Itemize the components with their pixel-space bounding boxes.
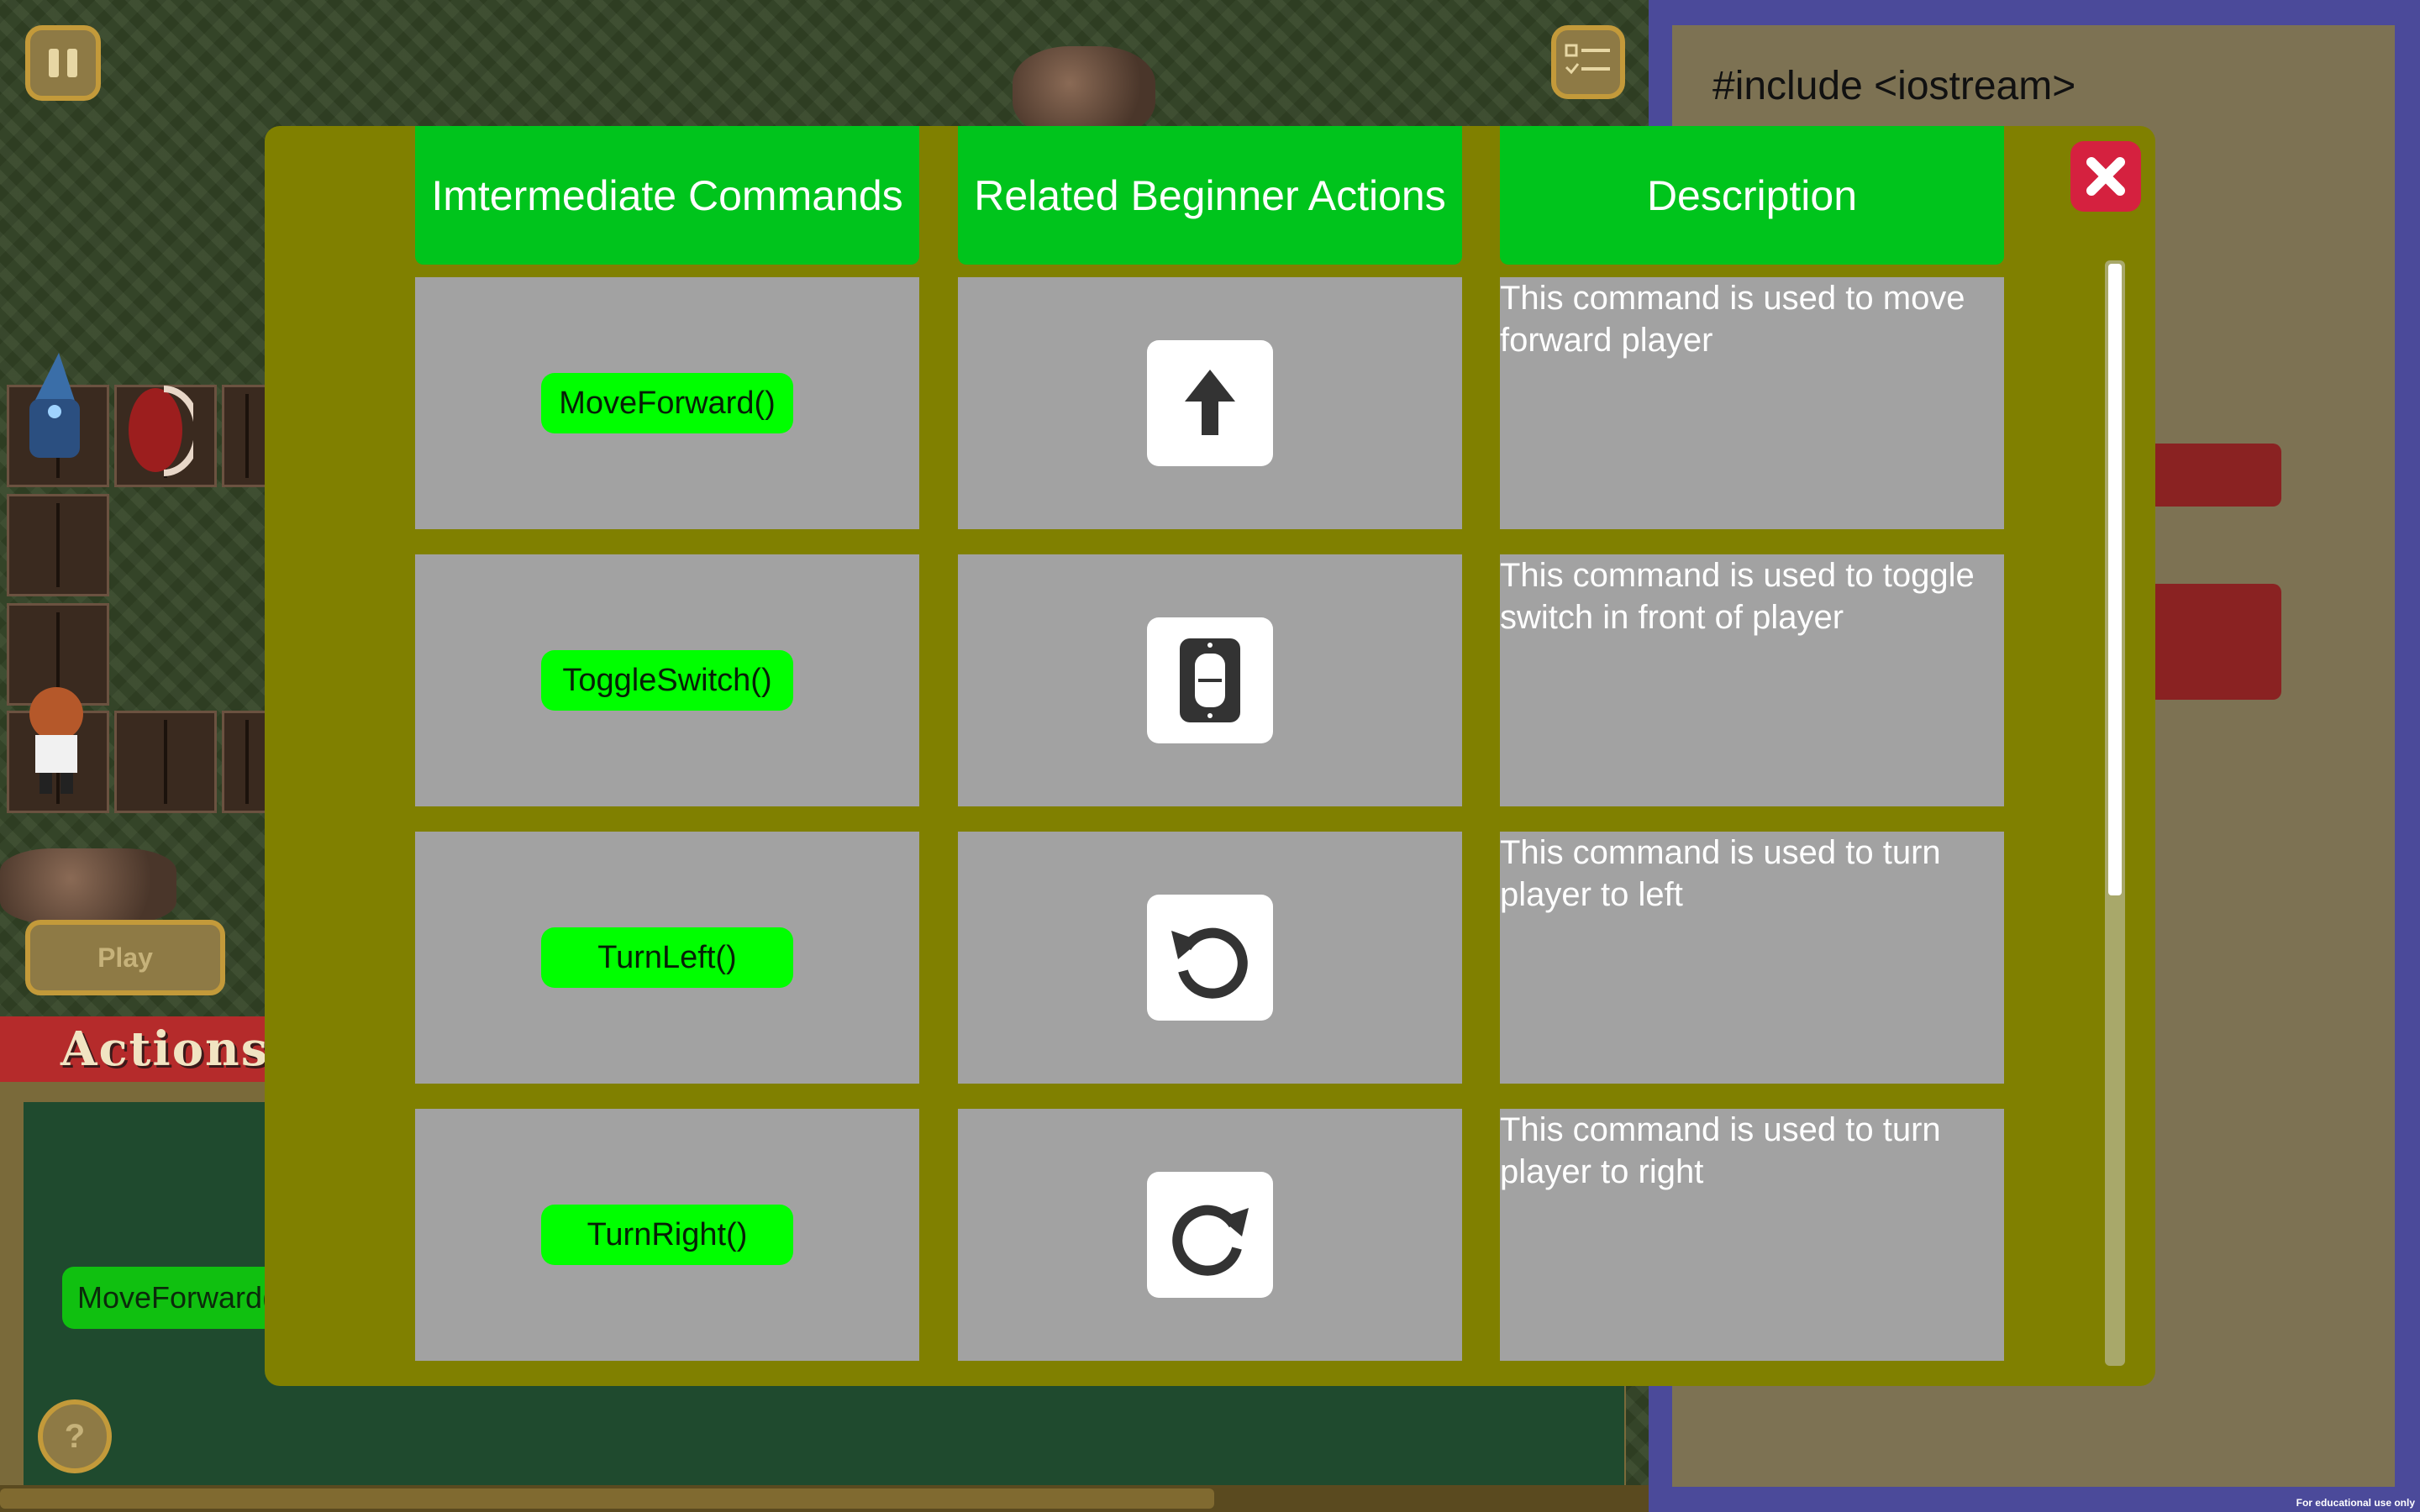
path-tile — [114, 711, 217, 813]
description-cell: This command is used to turn player to r… — [1500, 1109, 2004, 1361]
header-intermediate-commands: Imtermediate Commands — [415, 126, 919, 265]
horizontal-scrollbar-thumb[interactable] — [0, 1488, 1214, 1509]
actions-title: Actions — [0, 1016, 277, 1082]
red-switch-sprite — [126, 382, 201, 479]
code-block — [2134, 584, 2281, 700]
action-button-toggle-switch[interactable] — [1147, 617, 1273, 743]
action-cell — [958, 554, 1462, 806]
close-icon — [2086, 157, 2125, 196]
rock-decoration — [1013, 46, 1155, 139]
close-button[interactable] — [2070, 141, 2141, 212]
action-button-turn-left[interactable] — [1147, 895, 1273, 1021]
modal-scrollbar-thumb[interactable] — [2108, 264, 2122, 895]
player-sprite — [18, 685, 94, 798]
rotate-right-icon — [1172, 1205, 1249, 1276]
command-chip-turnleft[interactable]: TurnLeft() — [541, 927, 793, 988]
command-chip-moveforward[interactable]: MoveForward() — [541, 373, 793, 433]
command-chip-turnright[interactable]: TurnRight() — [541, 1205, 793, 1265]
action-cell — [958, 1109, 1462, 1361]
footer-note: For educational use only — [2296, 1497, 2415, 1509]
pause-icon — [49, 49, 59, 77]
description-cell: This command is used to move forward pla… — [1500, 277, 2004, 529]
command-cell: TurnLeft() — [415, 832, 919, 1084]
checklist-button[interactable] — [1551, 25, 1625, 99]
enemy-sprite — [8, 353, 92, 470]
play-button[interactable]: Play — [25, 920, 225, 995]
action-button-move-forward[interactable] — [1147, 340, 1273, 466]
description-cell: This command is used to turn player to l… — [1500, 832, 2004, 1084]
description-text: This command is used to toggle switch in… — [1500, 557, 1975, 636]
header-beginner-actions: Related Beginner Actions — [958, 126, 1462, 265]
pause-icon-bar — [67, 49, 77, 77]
action-cell — [958, 832, 1462, 1084]
arrow-up-icon — [1185, 370, 1235, 435]
description-text: This command is used to turn player to l… — [1500, 834, 1941, 913]
command-chip-toggleswitch[interactable]: ToggleSwitch() — [541, 650, 793, 711]
path-tile — [7, 494, 109, 596]
action-cell — [958, 277, 1462, 529]
code-line: #include <iostream> — [1712, 64, 2076, 108]
help-button[interactable]: ? — [38, 1399, 112, 1473]
command-cell: MoveForward() — [415, 277, 919, 529]
description-cell: This command is used to toggle switch in… — [1500, 554, 2004, 806]
switch-icon — [1180, 638, 1240, 722]
action-button-turn-right[interactable] — [1147, 1172, 1273, 1298]
description-text: This command is used to turn player to r… — [1500, 1111, 1941, 1190]
description-text: This command is used to move forward pla… — [1500, 280, 1965, 359]
header-description: Description — [1500, 126, 2004, 265]
code-block — [2134, 444, 2281, 507]
pause-button[interactable] — [25, 25, 101, 101]
rock-decoration — [0, 848, 176, 924]
command-cell: TurnRight() — [415, 1109, 919, 1361]
command-cell: ToggleSwitch() — [415, 554, 919, 806]
checklist-icon — [1565, 44, 1610, 75]
rotate-left-icon — [1171, 927, 1248, 999]
